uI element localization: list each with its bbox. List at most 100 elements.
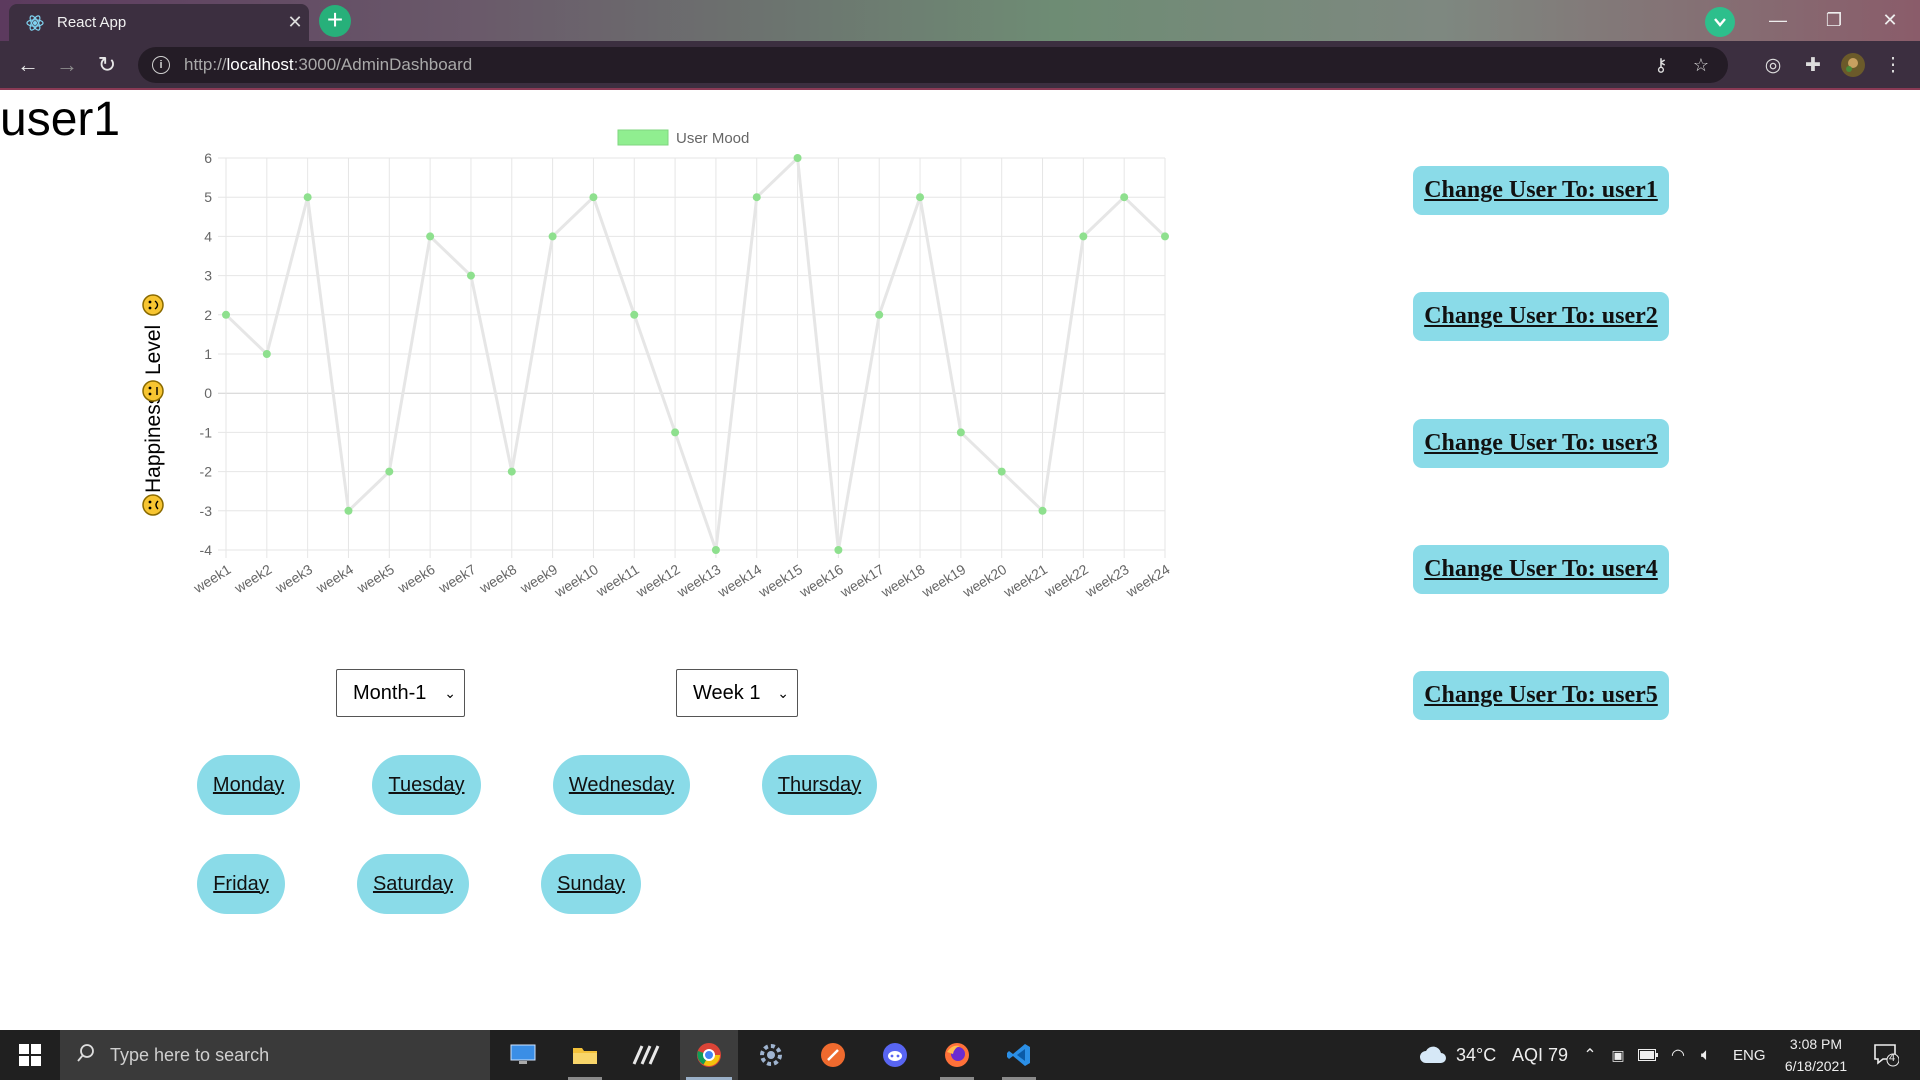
forward-icon[interactable]: → — [51, 49, 83, 81]
discord-icon[interactable] — [866, 1030, 924, 1080]
file-explorer-icon[interactable] — [556, 1030, 614, 1080]
extensions-puzzle-icon[interactable]: ✚ — [1796, 47, 1830, 83]
data-point[interactable] — [752, 193, 761, 202]
back-icon[interactable]: ← — [12, 49, 44, 81]
windows-start-icon[interactable] — [0, 1030, 60, 1080]
battery-icon[interactable] — [1636, 1030, 1660, 1080]
x-tick-label: week4 — [312, 561, 356, 597]
chrome-icon[interactable] — [680, 1030, 738, 1080]
url-text[interactable]: http://localhost:3000/AdminDashboard — [184, 55, 472, 75]
extension-target-icon[interactable]: ◎ — [1756, 47, 1790, 83]
bookmark-star-icon[interactable]: ☆ — [1686, 47, 1716, 83]
address-bar[interactable]: i http://localhost:3000/AdminDashboard ⚷… — [138, 47, 1728, 83]
weather-cloud-icon[interactable] — [1418, 1030, 1448, 1080]
reload-icon[interactable]: ↻ — [91, 49, 123, 81]
data-point[interactable] — [385, 467, 394, 476]
meet-now-icon[interactable]: ▣ — [1606, 1030, 1630, 1080]
chevron-down-icon: ⌄ — [444, 684, 456, 701]
change-user-button-user4[interactable]: Change User To: user4 — [1413, 545, 1669, 594]
clock-time: 3:08 PM — [1789, 1036, 1843, 1052]
data-point[interactable] — [303, 193, 312, 202]
day-button-monday[interactable]: Monday — [197, 755, 300, 815]
notification-count: 4 — [1889, 1052, 1896, 1064]
restore-window-icon[interactable]: ❐ — [1806, 0, 1862, 40]
x-tick-label: week23 — [1082, 561, 1132, 601]
data-point[interactable] — [997, 467, 1006, 476]
data-point[interactable] — [834, 546, 843, 554]
new-tab-button[interactable]: + — [319, 5, 351, 37]
x-tick-label: week5 — [353, 561, 397, 597]
y-tick-label: 3 — [204, 268, 212, 284]
data-point[interactable] — [671, 428, 680, 437]
data-point[interactable] — [1038, 506, 1047, 515]
change-user-button-user5[interactable]: Change User To: user5 — [1413, 671, 1669, 720]
data-point[interactable] — [344, 506, 353, 515]
x-tick-label: week21 — [1000, 561, 1050, 601]
week-select[interactable]: Week 1 ⌄ — [676, 669, 798, 717]
month-select-value: Month-1 — [353, 681, 427, 704]
day-button-friday[interactable]: Friday — [197, 854, 285, 914]
y-tick-label: -2 — [200, 464, 213, 480]
month-select[interactable]: Month-1 ⌄ — [336, 669, 465, 717]
profile-avatar[interactable] — [1836, 47, 1870, 83]
x-tick-label: week19 — [918, 561, 968, 601]
data-point[interactable] — [875, 310, 884, 319]
data-point[interactable] — [916, 193, 925, 202]
extension-badge-icon[interactable] — [1705, 7, 1735, 37]
data-point[interactable] — [956, 428, 965, 437]
settings-gear-icon[interactable] — [742, 1030, 800, 1080]
day-button-sunday[interactable]: Sunday — [541, 854, 641, 914]
chart-legend[interactable]: User Mood — [617, 129, 749, 147]
search-icon — [76, 1043, 96, 1068]
legend-label: User Mood — [676, 130, 749, 147]
happy-emoji-icon — [142, 294, 164, 316]
data-point[interactable] — [1161, 232, 1169, 241]
browser-tab[interactable]: React App ✕ — [9, 4, 309, 41]
data-point[interactable] — [1079, 232, 1088, 241]
data-point[interactable] — [222, 310, 230, 319]
data-point[interactable] — [711, 546, 720, 554]
y-axis-title: Happiness Level — [142, 294, 165, 516]
firefox-icon[interactable] — [928, 1030, 986, 1080]
language-indicator[interactable]: ENG — [1733, 1030, 1766, 1080]
key-icon[interactable]: ⚷ — [1646, 47, 1676, 83]
air-quality-index[interactable]: AQI 79 — [1512, 1030, 1568, 1080]
data-point[interactable] — [507, 467, 516, 476]
volume-icon[interactable]: 🔈︎ — [1694, 1030, 1718, 1080]
week-select-value: Week 1 — [693, 681, 761, 704]
app-icon-stripes[interactable] — [618, 1030, 676, 1080]
clock[interactable]: 3:08 PM 6/18/2021 — [1776, 1030, 1856, 1080]
day-button-saturday[interactable]: Saturday — [357, 854, 469, 914]
taskbar-search-box[interactable]: Type here to search — [60, 1030, 490, 1080]
day-button-thursday[interactable]: Thursday — [762, 755, 877, 815]
data-point[interactable] — [630, 310, 639, 319]
minimize-window-icon[interactable]: — — [1750, 0, 1806, 40]
day-button-tuesday[interactable]: Tuesday — [372, 755, 481, 815]
close-tab-icon[interactable]: ✕ — [281, 12, 309, 33]
data-point[interactable] — [793, 154, 802, 162]
data-point[interactable] — [548, 232, 557, 241]
data-point[interactable] — [589, 193, 598, 202]
notification-center-icon[interactable]: 4 — [1866, 1030, 1906, 1080]
mood-line-chart: -4-3-2-10123456 week1week2week3week4week… — [142, 129, 1173, 601]
change-user-button-user3[interactable]: Change User To: user3 — [1413, 419, 1669, 468]
chevron-up-icon[interactable]: ⌃ — [1580, 1030, 1600, 1080]
change-user-button-user2[interactable]: Change User To: user2 — [1413, 292, 1669, 341]
data-point[interactable] — [426, 232, 435, 241]
close-window-icon[interactable]: ✕ — [1862, 0, 1918, 40]
data-point[interactable] — [466, 271, 475, 280]
postman-icon[interactable] — [804, 1030, 862, 1080]
wifi-icon[interactable]: ◠ — [1666, 1030, 1690, 1080]
weather-temperature[interactable]: 34°C — [1456, 1030, 1496, 1080]
desktop-app-icon[interactable] — [494, 1030, 552, 1080]
change-user-button-user1[interactable]: Change User To: user1 — [1413, 166, 1669, 215]
day-button-wednesday[interactable]: Wednesday — [553, 755, 690, 815]
y-tick-label: 0 — [204, 385, 212, 401]
vscode-icon[interactable] — [990, 1030, 1048, 1080]
y-tick-label: -1 — [200, 424, 213, 440]
data-point[interactable] — [1120, 193, 1129, 202]
chevron-down-icon: ⌄ — [777, 684, 789, 701]
data-point[interactable] — [262, 350, 271, 358]
menu-kebab-icon[interactable]: ⋮ — [1876, 47, 1910, 83]
site-info-icon[interactable]: i — [152, 56, 170, 74]
